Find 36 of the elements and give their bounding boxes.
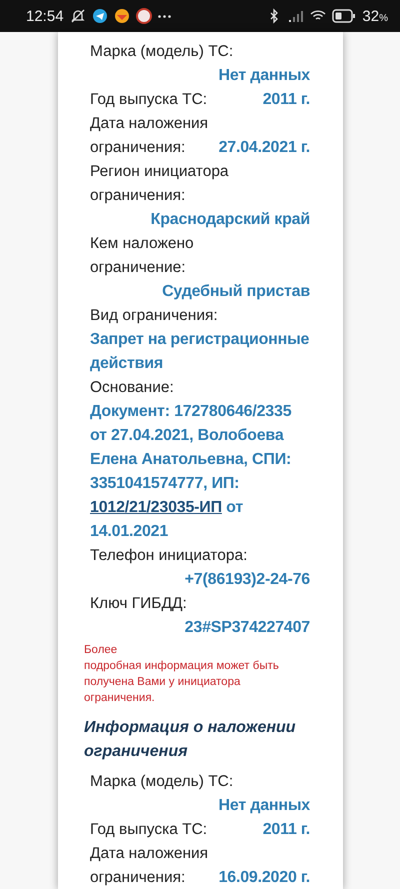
battery-percent: 32%	[362, 8, 388, 24]
app-icon	[114, 8, 130, 24]
clock-time: 12:54	[26, 8, 64, 24]
field-label: Кем наложено ограничение:	[90, 234, 195, 278]
field-value: 27.04.2021 г.	[218, 138, 310, 158]
paper-plane-icon	[92, 8, 108, 24]
field-label: Дата наложения ограничения:	[90, 114, 210, 158]
field-label: Телефон инициатора:	[90, 546, 248, 566]
field-value: 16.09.2020 г.	[218, 868, 310, 888]
field-value: Судебный пристав	[161, 282, 310, 302]
field-value: 2011 г.	[262, 820, 310, 840]
field-label: Регион инициатора ограничения:	[90, 162, 230, 206]
field-value: Нет данных	[218, 796, 310, 816]
more-icon	[158, 14, 171, 18]
case-link[interactable]: 1012/21/23035-ИП	[90, 499, 222, 516]
field-value: Нет данных	[218, 66, 310, 86]
field-label: Ключ ГИБДД:	[90, 594, 187, 614]
field-label: Вид ограничения:	[90, 306, 218, 326]
field-label: Год выпуска ТС:	[90, 820, 208, 840]
field-value: Документ: 172780646/2335 от 27.04.2021, Волобоева Елена Анатольевна, СПИ: 3351041574777, ИП: 1012/21/23035-ИП от 14.01.2021	[90, 402, 292, 542]
field-label: Основание:	[90, 378, 174, 398]
section-heading: Информация о наложении ограничения	[84, 718, 297, 762]
field-label: Марка (модель) ТС:	[90, 42, 234, 62]
field-value: +7(86193)2-24-76	[184, 570, 310, 590]
bell-off-icon	[70, 8, 86, 24]
app-icon	[136, 8, 152, 24]
field-label: Марка (модель) ТС:	[90, 772, 234, 792]
field-label: Год выпуска ТС:	[90, 90, 208, 110]
field-value: Краснодарский край	[150, 210, 310, 230]
info-note: Более подробная информация может быть получена Вами у инициатора ограничения.	[84, 643, 280, 706]
signal-icon	[288, 8, 304, 24]
field-value: Запрет на регистрационные действия	[90, 330, 310, 374]
field-value: 23#SP374227407	[184, 618, 310, 638]
field-label: Дата наложения ограничения:	[90, 844, 210, 888]
field-value: 2011 г.	[262, 90, 310, 110]
battery-icon	[332, 9, 356, 23]
